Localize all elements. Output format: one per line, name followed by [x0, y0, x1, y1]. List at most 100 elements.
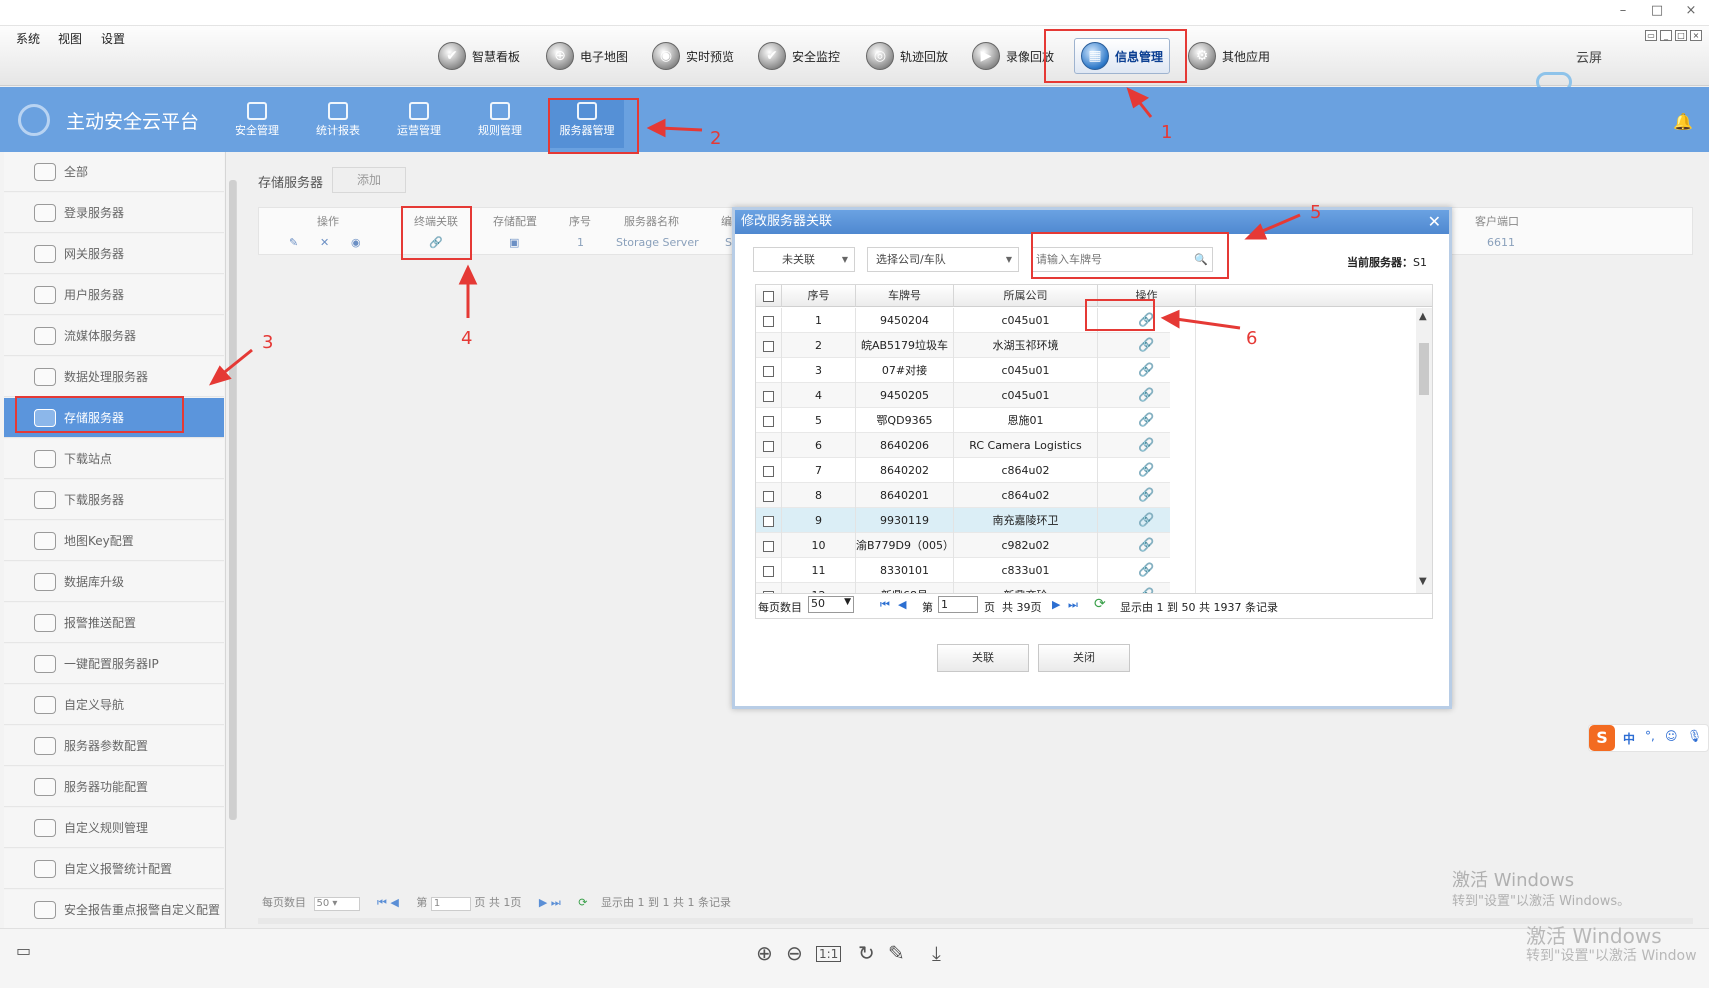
row-checkbox[interactable] [763, 540, 774, 552]
associate-button[interactable]: 关联 [937, 644, 1029, 672]
topnav-preview[interactable]: ◉ 实时预览 [652, 38, 734, 74]
table-row[interactable]: 8 8640201 c864u02 🔗 [756, 483, 1196, 508]
table-row[interactable]: 6 8640206 RC Camera Logistics 🔗 [756, 433, 1196, 458]
screen-icon[interactable]: ▭ [16, 941, 31, 960]
link-icon[interactable]: 🔗 [1138, 538, 1154, 553]
sidebar-item-user[interactable]: 用户服务器 [4, 275, 224, 315]
subnav-stats[interactable]: 统计报表 [301, 100, 375, 148]
scroll-down-icon[interactable]: ▼ [1419, 576, 1427, 587]
link-icon[interactable]: 🔗 [1138, 338, 1154, 353]
sidebar-item-oneclick-ip[interactable]: 一键配置服务器IP [4, 644, 224, 684]
row-checkbox[interactable] [763, 340, 774, 352]
select-all-checkbox[interactable] [763, 290, 774, 302]
pencil-icon[interactable]: ✎ [888, 941, 905, 965]
sidebar-item-alarm-push[interactable]: 报警推送配置 [4, 603, 224, 643]
main-horizontal-scrollbar[interactable] [258, 918, 1693, 924]
row-checkbox[interactable] [763, 515, 774, 527]
sidebar-item-report-config[interactable]: 安全报告重点报警自定义配置 [4, 890, 224, 930]
sidebar-item-gateway[interactable]: 网关服务器 [4, 234, 224, 274]
emoji-icon[interactable]: ☺ [1665, 729, 1678, 743]
sidebar-item-db-upgrade[interactable]: 数据库升级 [4, 562, 224, 602]
row-checkbox[interactable] [763, 315, 774, 327]
row-checkbox[interactable] [763, 365, 774, 377]
sidebar-item-login[interactable]: 登录服务器 [4, 193, 224, 233]
sidebar-scrollbar[interactable] [226, 152, 240, 928]
sidebar-item-custom-nav[interactable]: 自定义导航 [4, 685, 224, 725]
sidebar-item-custom-alarm-stats[interactable]: 自定义报警统计配置 [4, 849, 224, 889]
link-icon[interactable]: 🔗 [1138, 563, 1154, 578]
zoom-in-icon[interactable]: ⊕ [756, 941, 773, 965]
row-checkbox[interactable] [763, 440, 774, 452]
link-icon[interactable]: 🔗 [1138, 413, 1154, 428]
close-button[interactable]: 关闭 [1038, 644, 1130, 672]
first-page-icon[interactable]: ⏮ [880, 598, 890, 612]
link-icon[interactable]: 🔗 [1138, 388, 1154, 403]
subnav-operations[interactable]: 运营管理 [382, 100, 456, 148]
bell-icon[interactable]: 🔔 [1673, 112, 1693, 131]
sidebar-item-all[interactable]: 全部 [4, 152, 224, 192]
prev-page-icon[interactable]: ◀ [898, 598, 906, 611]
table-row[interactable]: 7 8640202 c864u02 🔗 [756, 458, 1196, 483]
sidebar-item-media[interactable]: 流媒体服务器 [4, 316, 224, 356]
view-icon[interactable]: ◉ [351, 236, 361, 249]
topnav-apps[interactable]: ⚙ 其他应用 [1188, 38, 1270, 74]
refresh-icon[interactable]: ⟳ [578, 896, 587, 909]
punctuation-icon[interactable]: °, [1645, 729, 1655, 743]
topnav-track[interactable]: ◎ 轨迹回放 [866, 38, 948, 74]
restore-icon[interactable]: ▭ [1645, 30, 1657, 41]
table-row[interactable]: 11 8330101 c833u01 🔗 [756, 558, 1196, 583]
prev-page-icon[interactable]: ◀ [390, 896, 398, 909]
row-checkbox[interactable] [763, 465, 774, 477]
zoom-out-icon[interactable]: ⊖ [786, 941, 803, 965]
link-icon[interactable]: 🔗 [1138, 513, 1154, 528]
last-page-icon[interactable]: ⏭ [1068, 598, 1078, 612]
row-checkbox[interactable] [763, 415, 774, 427]
download-icon[interactable]: ⤓ [932, 941, 941, 965]
scroll-up-icon[interactable]: ▲ [1419, 311, 1427, 322]
link-icon[interactable]: 🔗 [1138, 363, 1154, 378]
topnav-map[interactable]: ⊕ 电子地图 [546, 38, 628, 74]
topnav-playback[interactable]: ▶ 录像回放 [972, 38, 1054, 74]
table-row[interactable]: 2 皖AB5179垃圾车 水湖玉祁环境 🔗 [756, 333, 1196, 358]
sidebar-item-download-site[interactable]: 下载站点 [4, 439, 224, 479]
menu-system[interactable]: 系统 [16, 30, 40, 47]
sidebar-item-custom-rules[interactable]: 自定义规则管理 [4, 808, 224, 848]
menu-view[interactable]: 视图 [58, 30, 82, 47]
table-row[interactable]: 5 鄂QD9365 恩施01 🔗 [756, 408, 1196, 433]
sidebar-item-mapkey[interactable]: 地图Key配置 [4, 521, 224, 561]
link-icon[interactable]: 🔗 [1138, 463, 1154, 478]
link-icon[interactable]: 🔗 [1138, 488, 1154, 503]
sidebar-scroll-thumb[interactable] [229, 180, 237, 820]
last-page-icon[interactable]: ⏭ [551, 896, 561, 909]
refresh-icon[interactable]: ⟳ [1094, 596, 1106, 612]
mic-icon[interactable]: 🎙 [1687, 729, 1702, 743]
next-page-icon[interactable]: ▶ [1052, 598, 1060, 611]
table-scroll-thumb[interactable] [1419, 343, 1429, 395]
sidebar-item-server-params[interactable]: 服务器参数配置 [4, 726, 224, 766]
close-icon[interactable]: × [1680, 3, 1702, 18]
row-checkbox[interactable] [763, 390, 774, 402]
per-page-select[interactable]: 50 ▾ [313, 897, 360, 911]
table-row[interactable]: 4 9450205 c045u01 🔗 [756, 383, 1196, 408]
dialog-per-page-select[interactable]: 50 ▼ [808, 596, 854, 613]
sidebar-item-server-features[interactable]: 服务器功能配置 [4, 767, 224, 807]
edit-icon[interactable]: ✎ [289, 236, 298, 249]
subnav-rules[interactable]: 规则管理 [463, 100, 537, 148]
rotate-icon[interactable]: ↻ [858, 941, 875, 965]
topnav-dashboard[interactable]: ✔ 智慧看板 [438, 38, 520, 74]
first-page-icon[interactable]: ⏮ [377, 896, 387, 909]
table-row[interactable]: 9 9930119 南充嘉陵环卫 🔗 [756, 508, 1196, 533]
company-filter-select[interactable]: 选择公司/车队 ▼ [867, 247, 1019, 272]
next-page-icon[interactable]: ▶ [539, 896, 547, 909]
minimize-icon[interactable]: – [1612, 3, 1634, 18]
status-filter-select[interactable]: 未关联 ▼ [753, 247, 855, 272]
sidebar-item-download-server[interactable]: 下载服务器 [4, 480, 224, 520]
delete-icon[interactable]: ✕ [320, 236, 329, 249]
topnav-security[interactable]: ✔ 安全监控 [758, 38, 840, 74]
maximize-icon[interactable]: □ [1646, 3, 1668, 18]
sidebar-item-dataprocess[interactable]: 数据处理服务器 [4, 357, 224, 397]
maximize-small-icon[interactable]: □ [1675, 30, 1687, 41]
table-scrollbar[interactable]: ▲ ▼ [1416, 308, 1432, 593]
actual-size-icon[interactable]: 1:1 [816, 946, 842, 962]
ime-toolbar[interactable]: S 中 °, ☺ 🎙 [1588, 724, 1709, 752]
